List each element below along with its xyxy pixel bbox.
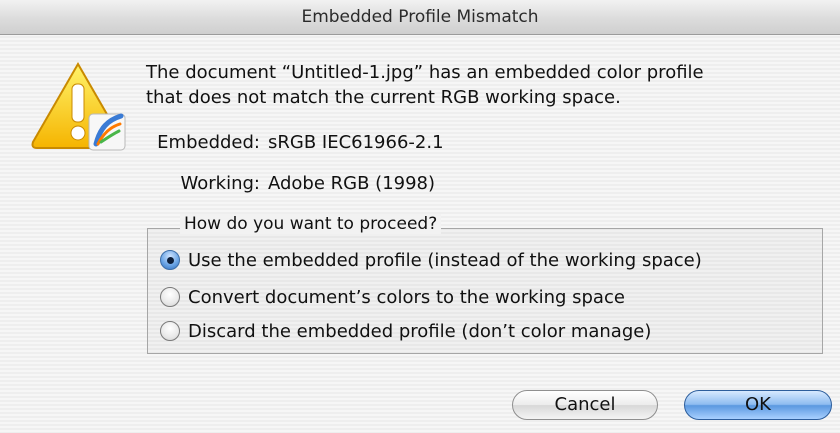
radio-selected-icon[interactable] <box>160 250 180 270</box>
option-convert-colors[interactable]: Convert document’s colors to the working… <box>160 284 625 310</box>
radio-unselected-icon[interactable] <box>160 287 180 307</box>
message-line-2: that does not match the current RGB work… <box>146 87 621 108</box>
embedded-profile-row: Embedded: sRGB IEC61966-2.1 <box>146 132 444 153</box>
radio-unselected-icon[interactable] <box>160 321 180 341</box>
profile-mismatch-dialog: Embedded Profile Mismatch The document “… <box>0 0 840 433</box>
warning-icon <box>26 58 130 158</box>
working-label: Working: <box>180 173 260 194</box>
message-line-1: The document “Untitled-1.jpg” has an emb… <box>146 62 704 83</box>
mismatch-message: The document “Untitled-1.jpg” has an emb… <box>146 60 826 110</box>
option-discard-profile[interactable]: Discard the embedded profile (don’t colo… <box>160 318 651 344</box>
embedded-value: sRGB IEC61966-2.1 <box>268 132 444 153</box>
cancel-button[interactable]: Cancel <box>512 390 658 420</box>
window-title: Embedded Profile Mismatch <box>0 0 840 35</box>
embedded-label: Embedded: <box>157 132 260 153</box>
working-value: Adobe RGB (1998) <box>268 173 436 194</box>
option-convert-colors-label: Convert document’s colors to the working… <box>188 286 625 308</box>
working-profile-row: Working: Adobe RGB (1998) <box>146 173 436 194</box>
ok-button[interactable]: OK <box>684 390 832 420</box>
option-use-embedded-label: Use the embedded profile (instead of the… <box>188 249 702 271</box>
proceed-options-legend: How do you want to proceed? <box>180 214 442 234</box>
option-use-embedded[interactable]: Use the embedded profile (instead of the… <box>160 247 702 273</box>
option-discard-profile-label: Discard the embedded profile (don’t colo… <box>188 320 652 342</box>
